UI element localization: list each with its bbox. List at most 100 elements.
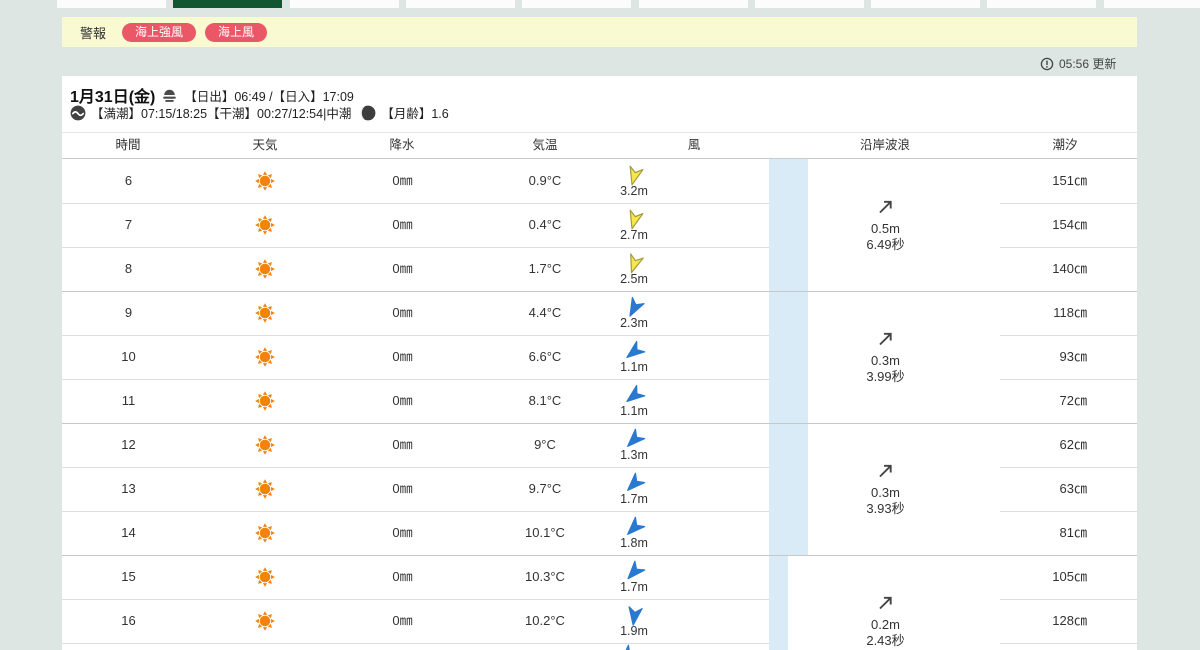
warning-bar: 警報 海上強風 海上風 bbox=[62, 17, 1137, 47]
wind-cell: 1.7m bbox=[594, 467, 674, 511]
group-divider bbox=[62, 423, 1137, 424]
wind-cell: 1.3m bbox=[594, 423, 674, 467]
weather-cell bbox=[195, 423, 335, 467]
wave-period: 3.99秒 bbox=[866, 369, 905, 384]
wave-direction-arrow bbox=[879, 332, 892, 346]
tide-cell: 81㎝ bbox=[1059, 525, 1087, 540]
tide-cell: 128㎝ bbox=[1052, 613, 1087, 628]
wave-cell: 0.3m 3.93秒 bbox=[808, 423, 963, 555]
update-time: 05:56 更新 bbox=[1040, 55, 1137, 72]
time-cell: 13 bbox=[121, 481, 136, 496]
top-tab[interactable] bbox=[1103, 0, 1200, 8]
column-header: 降水 bbox=[389, 138, 415, 152]
table-row: 16 0㎜ 10.2°C 1.9m bbox=[62, 599, 808, 643]
wind-cell: 2.5m bbox=[594, 247, 674, 291]
sun-icon bbox=[255, 215, 275, 235]
top-tab[interactable] bbox=[987, 0, 1097, 8]
weather-cell bbox=[195, 555, 335, 599]
table-row: 9 0㎜ 4.4°C 2.3m bbox=[62, 291, 808, 335]
wind-cell: 2.7m bbox=[594, 203, 674, 247]
moon-age-text: 【月齢】1.6 bbox=[381, 107, 449, 121]
time-cell: 15 bbox=[121, 569, 136, 584]
wave-height-bar bbox=[769, 291, 808, 423]
top-tab[interactable] bbox=[754, 0, 864, 8]
warning-badges: 海上強風 海上風 bbox=[122, 22, 276, 42]
tide-cell: 140㎝ bbox=[1052, 261, 1087, 276]
wave-period: 2.43秒 bbox=[866, 633, 905, 648]
precip-cell: 0㎜ bbox=[392, 437, 413, 452]
forecast-card: 1月31日(金) 【日出】06:49 /【日入】17:09 【満潮】07:15/… bbox=[62, 76, 1137, 650]
wave-cell: 0.2m 2.43秒 bbox=[808, 555, 963, 650]
table-row: 10 0㎜ 6.6°C 1.1m bbox=[62, 335, 808, 379]
precip-cell: 0㎜ bbox=[392, 349, 413, 364]
tide-cell: 63㎝ bbox=[1059, 481, 1087, 496]
time-cell: 7 bbox=[124, 217, 133, 232]
wave-direction-arrow bbox=[879, 464, 892, 478]
wind-direction-arrow bbox=[627, 605, 643, 626]
column-header: 潮汐 bbox=[1052, 138, 1078, 152]
column-header: 時間 bbox=[115, 138, 141, 152]
tide-icon bbox=[70, 105, 86, 121]
tide-times-text: 【満潮】07:15/18:25【干潮】00:27/12:54|中潮 bbox=[91, 107, 352, 121]
sun-icon bbox=[255, 391, 275, 411]
table-row: 8 0㎜ 1.7°C 2.5m bbox=[62, 247, 808, 291]
sun-icon bbox=[255, 435, 275, 455]
top-tab[interactable] bbox=[57, 0, 166, 8]
time-cell: 11 bbox=[121, 393, 136, 408]
top-tab[interactable] bbox=[522, 0, 632, 8]
sun-icon bbox=[255, 171, 275, 191]
wave-direction-arrow bbox=[879, 200, 892, 214]
sun-icon bbox=[255, 567, 275, 587]
column-header: 天気 bbox=[252, 138, 278, 152]
top-tab[interactable] bbox=[405, 0, 515, 8]
wave-height: 0.3m bbox=[871, 485, 900, 500]
wave-height-bar bbox=[769, 423, 808, 555]
wave-direction-arrow bbox=[879, 596, 892, 610]
next-row-wind-arrow-peek bbox=[617, 644, 639, 650]
wind-direction-arrow bbox=[629, 209, 643, 229]
table-row: 15 0㎜ 10.3°C 1.7m bbox=[62, 555, 808, 599]
sun-icon bbox=[255, 523, 275, 543]
wave-height-bar bbox=[769, 555, 788, 650]
wave-cell: 0.5m 6.49秒 bbox=[808, 159, 963, 291]
table-row: 14 0㎜ 10.1°C 1.8m bbox=[62, 511, 808, 555]
sun-icon bbox=[255, 479, 275, 499]
wave-height: 0.3m bbox=[871, 353, 900, 368]
top-tab[interactable] bbox=[638, 0, 748, 8]
row-divider bbox=[1000, 643, 1137, 644]
sun-icon bbox=[255, 611, 275, 631]
wind-direction-arrow bbox=[629, 165, 643, 185]
weather-cell bbox=[195, 467, 335, 511]
moon-phase-icon bbox=[360, 105, 376, 121]
wind-cell: 2.3m bbox=[594, 291, 674, 335]
table-row: 13 0㎜ 9.7°C 1.7m bbox=[62, 467, 808, 511]
table-row: 7 0㎜ 0.4°C 2.7m bbox=[62, 203, 808, 247]
table-header-top-border bbox=[62, 132, 1137, 133]
wind-cell: 1.1m bbox=[594, 379, 674, 423]
top-tab[interactable] bbox=[173, 0, 283, 8]
warning-badge[interactable]: 海上強風 bbox=[122, 22, 197, 42]
weather-cell bbox=[195, 159, 335, 203]
column-header: 沿岸波浪 bbox=[859, 138, 911, 152]
weather-cell bbox=[195, 599, 335, 643]
time-cell: 14 bbox=[121, 525, 136, 540]
tide-cell: 151㎝ bbox=[1052, 173, 1087, 188]
group-divider bbox=[62, 555, 1137, 556]
top-tab[interactable] bbox=[871, 0, 981, 8]
warning-badge[interactable]: 海上風 bbox=[205, 22, 268, 42]
weather-cell bbox=[195, 511, 335, 555]
precip-cell: 0㎜ bbox=[392, 613, 413, 628]
sunrise-icon bbox=[161, 88, 178, 103]
time-cell: 10 bbox=[121, 349, 136, 364]
column-header: 気温 bbox=[532, 138, 558, 152]
tide-cell: 105㎝ bbox=[1052, 569, 1087, 584]
precip-cell: 0㎜ bbox=[392, 481, 413, 496]
wave-period: 6.49秒 bbox=[866, 237, 905, 252]
sunrise-sunset-text: 【日出】06:49 /【日入】17:09 bbox=[184, 89, 354, 104]
precip-cell: 0㎜ bbox=[392, 217, 413, 232]
top-tab[interactable] bbox=[289, 0, 399, 8]
tide-cell: 72㎝ bbox=[1059, 393, 1087, 408]
info-icon bbox=[1040, 57, 1054, 70]
sun-icon bbox=[255, 347, 275, 367]
tide-cell: 93㎝ bbox=[1059, 349, 1087, 364]
